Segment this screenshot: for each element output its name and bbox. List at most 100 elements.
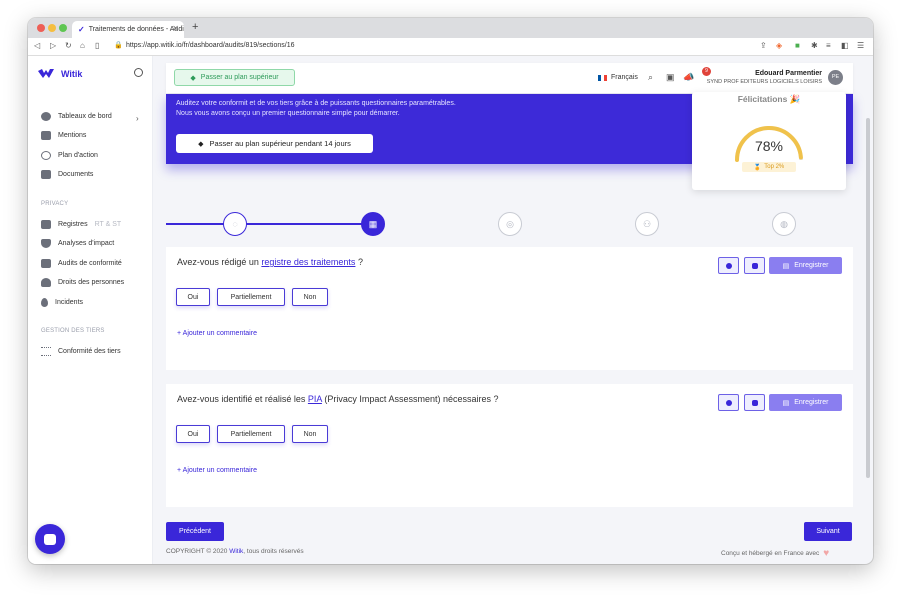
sidebar-item-label: Analyses d'impact [58, 240, 115, 247]
avatar[interactable]: PE [828, 70, 843, 85]
step-4-icon[interactable]: ⚇ [635, 212, 659, 236]
menu-icon[interactable]: ☰ [857, 41, 864, 50]
info-button[interactable] [718, 257, 739, 274]
forward-icon[interactable]: ▷ [50, 41, 56, 50]
minimize-window-icon[interactable] [48, 24, 56, 32]
sidebar-item-registres[interactable]: Registres RT & ST [41, 220, 121, 229]
target-icon [41, 151, 51, 160]
question-prefix: Avez-vous rédigé un [177, 257, 262, 267]
sidebar-item-label: Audits de conformité [58, 260, 122, 267]
sidebar-item-mentions[interactable]: Mentions [41, 131, 86, 140]
tab-title: Traitements de données - Audi [88, 26, 184, 33]
chat-bubbles-icon [751, 262, 758, 269]
tab-bar: ✓ Traitements de données - Audi ✕ + [28, 18, 873, 38]
scrollbar[interactable] [866, 118, 870, 478]
save-button-label: Enregistrer [794, 399, 829, 406]
save-button[interactable]: ▤ Enregistrer [769, 394, 842, 411]
sidebar-item-droits-personnes[interactable]: Droits des personnes [41, 278, 124, 287]
gift-icon[interactable]: ▣ [666, 72, 675, 83]
sidebar-item-conformite-tiers[interactable]: Conformité des tiers [41, 347, 121, 356]
sidebar-item-audits-conformite[interactable]: Audits de conformité [41, 259, 122, 268]
add-comment-link[interactable]: + Ajouter un commentaire [177, 467, 257, 474]
previous-button[interactable]: Précédent [166, 522, 224, 541]
banner-upgrade-button[interactable]: ◆ Passer au plan supérieur pendant 14 jo… [176, 134, 373, 153]
upgrade-button[interactable]: ◆ Passer au plan supérieur [174, 69, 295, 86]
home-icon[interactable]: ⌂ [80, 41, 85, 50]
step-3-icon[interactable]: ◎ [498, 212, 522, 236]
diamond-icon: ◆ [190, 74, 196, 82]
app-name: Witik [61, 68, 83, 79]
copyright: COPYRIGHT © 2020 Witik, tous droits rése… [166, 548, 304, 555]
step-2-map-icon[interactable]: ▦ [361, 212, 385, 236]
language-selector[interactable]: Français [598, 74, 638, 81]
question-link[interactable]: PIA [308, 394, 322, 404]
answer-non-button[interactable]: Non [292, 288, 328, 306]
back-icon[interactable]: ◁ [34, 41, 40, 50]
sidebar-item-label: Plan d'action [58, 152, 98, 159]
maximize-window-icon[interactable] [59, 24, 67, 32]
sidebar: Witik Tableaux de bord › Mentions Plan d… [28, 56, 153, 564]
chevron-right-icon[interactable]: › [136, 114, 139, 123]
collapse-sidebar-icon[interactable] [134, 68, 143, 77]
flame-icon [41, 298, 48, 307]
info-button[interactable] [718, 394, 739, 411]
share-icon[interactable]: ⇪ [760, 41, 767, 50]
add-comment-link[interactable]: + Ajouter un commentaire [177, 330, 257, 337]
answer-partiellement-button[interactable]: Partiellement [217, 425, 285, 443]
score-card-title: Félicitations 🎉 [737, 94, 801, 104]
search-icon[interactable]: ⌕ [648, 72, 653, 83]
french-flag-icon [598, 74, 607, 81]
reload-icon[interactable]: ↻ [65, 41, 72, 50]
save-icon: ▤ [782, 399, 790, 407]
step-1-icon[interactable]: ◌ [223, 212, 247, 236]
step-5-icon[interactable]: ◍ [772, 212, 796, 236]
brave-shield-icon[interactable]: ◈ [776, 41, 782, 50]
user-company: SYND PROF EDITEURS LOGICIELS LOISIRS [706, 79, 822, 85]
chat-widget-button[interactable] [35, 524, 65, 554]
extension-green-icon[interactable]: ■ [795, 41, 800, 50]
banner-button-label: Passer au plan supérieur pendant 14 jour… [209, 139, 351, 148]
extensions-icon[interactable]: ✱ [811, 41, 818, 50]
sidebar-item-label: Conformité des tiers [58, 348, 121, 355]
question-text: Avez-vous identifié et réalisé les PIA (… [177, 394, 498, 404]
next-button[interactable]: Suivant [804, 522, 852, 541]
answer-oui-button[interactable]: Oui [176, 288, 210, 306]
chat-icon [44, 533, 56, 545]
chat-button[interactable] [744, 257, 765, 274]
app-logo[interactable]: Witik [38, 68, 82, 79]
question-suffix: (Privacy Impact Assessment) nécessaires … [321, 394, 499, 404]
question-link[interactable]: registre des traitements [261, 257, 355, 267]
close-tab-icon[interactable]: ✕ [172, 24, 179, 33]
sidebar-toggle-icon[interactable]: ◧ [841, 41, 849, 50]
banner-line-2: Nous vous avons conçu un premier questio… [176, 110, 400, 117]
copyright-brand-link[interactable]: Witik [229, 548, 243, 555]
witik-favicon-icon: ✓ [78, 25, 85, 34]
megaphone-icon[interactable]: 📣 [683, 72, 694, 83]
top-rank-label: Top 2% [764, 164, 785, 170]
sidebar-item-incidents[interactable]: Incidents [41, 298, 83, 307]
playlist-icon[interactable]: ≡ [826, 41, 831, 50]
sidebar-item-label: Incidents [55, 299, 84, 306]
sidebar-item-label: Tableaux de bord [58, 113, 112, 120]
sidebar-item-label: Mentions [58, 132, 87, 139]
chat-button[interactable] [744, 394, 765, 411]
new-tab-icon[interactable]: + [192, 21, 198, 33]
answer-partiellement-button[interactable]: Partiellement [217, 288, 285, 306]
url-field[interactable]: https://app.witik.io/fr/dashboard/audits… [126, 42, 295, 49]
sidebar-item-tableaux-de-bord[interactable]: Tableaux de bord [41, 112, 112, 121]
question-text: Avez-vous rédigé un registre des traitem… [177, 257, 363, 267]
score-card: Félicitations 🎉 78% 🏅 Top 2% [692, 92, 846, 190]
made-in-france: Conçu et hébergé en France avec ♥ [721, 548, 829, 559]
upgrade-button-label: Passer au plan supérieur [200, 74, 279, 81]
user-info[interactable]: Edouard Parmentier SYND PROF EDITEURS LO… [707, 70, 822, 85]
close-window-icon[interactable] [37, 24, 45, 32]
address-bar: ◁ ▷ ↻ ⌂ ▯ 🔒 https://app.witik.io/fr/dash… [28, 38, 873, 56]
save-button[interactable]: ▤ Enregistrer [769, 257, 842, 274]
answer-non-button[interactable]: Non [292, 425, 328, 443]
sidebar-item-documents[interactable]: Documents [41, 170, 93, 179]
sidebar-item-plan-action[interactable]: Plan d'action [41, 151, 98, 160]
sidebar-item-analyses-impact[interactable]: Analyses d'impact [41, 239, 114, 248]
bookmark-icon[interactable]: ▯ [95, 41, 99, 50]
browser-tab[interactable]: ✓ Traitements de données - Audi ✕ [72, 21, 184, 38]
answer-oui-button[interactable]: Oui [176, 425, 210, 443]
